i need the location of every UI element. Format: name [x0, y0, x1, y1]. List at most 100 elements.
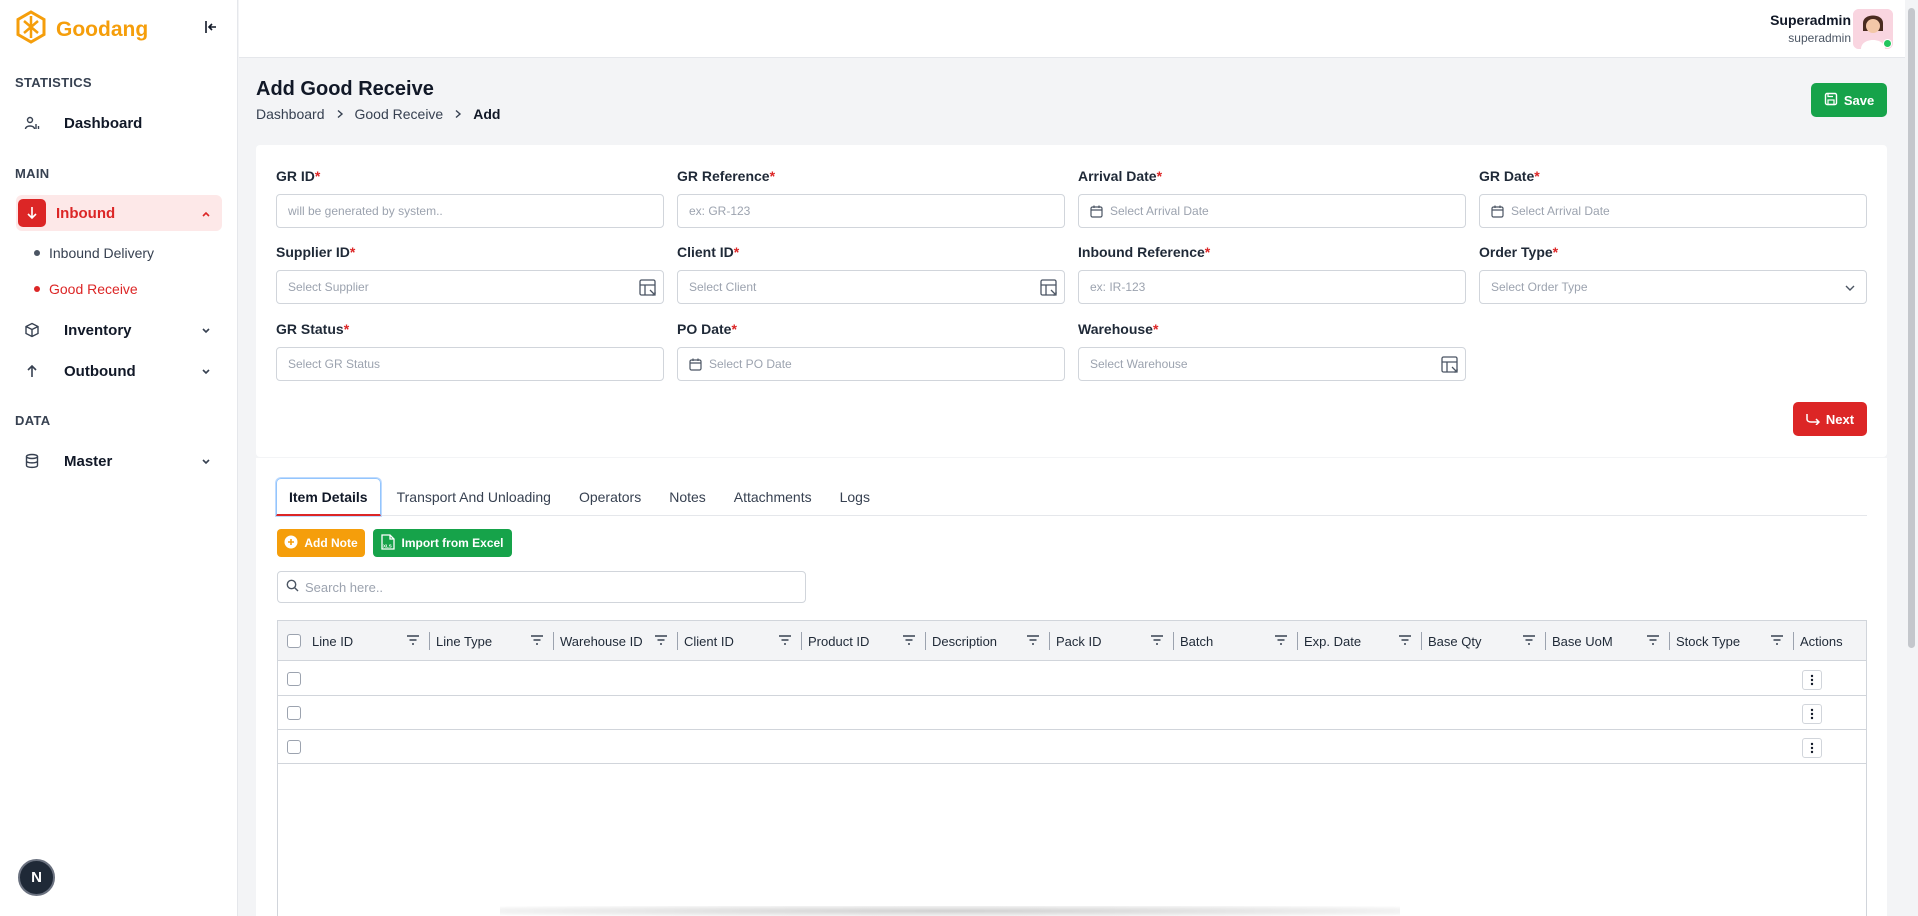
avatar[interactable] [1853, 9, 1893, 49]
table-row[interactable] [278, 696, 1866, 730]
order-type-placeholder: Select Order Type [1491, 280, 1588, 294]
row-checkbox[interactable] [287, 672, 301, 686]
gr-status-label: GR Status* [276, 321, 350, 337]
row-actions-button[interactable] [1802, 738, 1822, 758]
col-batch[interactable]: Batch [1174, 621, 1298, 661]
section-main: MAIN [15, 166, 50, 181]
chevron-down-icon [1844, 282, 1856, 297]
breadcrumb-good-receive[interactable]: Good Receive [355, 106, 444, 122]
tab-operators[interactable]: Operators [567, 478, 653, 516]
sidebar-item-label: Inventory [64, 321, 132, 339]
sidebar-item-inventory[interactable]: Inventory [16, 312, 222, 348]
col-base-uom[interactable]: Base UoM [1546, 621, 1670, 661]
sidebar-item-outbound[interactable]: Outbound [16, 353, 222, 389]
supplier-id-label: Supplier ID* [276, 244, 356, 260]
select-all-checkbox[interactable] [287, 634, 301, 648]
page-scrollbar[interactable] [1905, 0, 1918, 916]
col-line-id[interactable]: Line ID [306, 621, 430, 661]
table-lookup-icon[interactable] [1441, 356, 1459, 377]
warehouse-field[interactable]: Select Warehouse [1078, 347, 1466, 381]
sidebar-item-master[interactable]: Master [16, 443, 222, 479]
topbar: Superadmin superadmin [239, 0, 1905, 58]
table-header: Line ID Line Type Warehouse ID Client ID… [278, 621, 1866, 661]
arrow-down-icon [18, 199, 46, 227]
collapse-sidebar-button[interactable] [200, 16, 222, 38]
bullet-icon [34, 286, 40, 292]
sidebar-item-dashboard[interactable]: Dashboard [16, 105, 222, 141]
col-line-type[interactable]: Line Type [430, 621, 554, 661]
table-row[interactable] [278, 730, 1866, 764]
sidebar-item-label: Inbound [56, 204, 116, 222]
col-product-id[interactable]: Product ID [802, 621, 926, 661]
client-id-label: Client ID* [677, 244, 740, 260]
order-type-select[interactable]: Select Order Type [1479, 270, 1867, 304]
row-actions-button[interactable] [1802, 704, 1822, 724]
calendar-icon [689, 358, 702, 371]
chevron-right-icon [453, 106, 463, 122]
add-note-button[interactable]: Add Note [277, 529, 365, 557]
user-menu[interactable]: Superadmin superadmin [1770, 12, 1851, 45]
good-receive-form: GR ID* will be generated by system.. GR … [256, 145, 1887, 457]
box-icon [18, 316, 46, 344]
arrival-date-placeholder: Select Arrival Date [1110, 204, 1209, 218]
plus-circle-icon [284, 535, 298, 552]
gr-reference-field[interactable]: ex: GR-123 [677, 194, 1065, 228]
client-id-field[interactable]: Select Client [677, 270, 1065, 304]
collapse-left-icon [205, 21, 216, 33]
col-pack-id[interactable]: Pack ID [1050, 621, 1174, 661]
sidebar-subitem-inbound-delivery[interactable]: Inbound Delivery [34, 245, 154, 261]
import-excel-label: Import from Excel [401, 536, 504, 550]
import-excel-button[interactable]: XLS Import from Excel [373, 529, 512, 557]
forward-arrow-icon [1806, 411, 1820, 428]
breadcrumb-dashboard[interactable]: Dashboard [256, 106, 325, 122]
next-button[interactable]: Next [1793, 402, 1867, 436]
warehouse-placeholder: Select Warehouse [1090, 357, 1188, 371]
excel-file-icon: XLS [381, 533, 396, 553]
col-client-id[interactable]: Client ID [678, 621, 802, 661]
col-warehouse-id[interactable]: Warehouse ID [554, 621, 678, 661]
items-table: Line ID Line Type Warehouse ID Client ID… [277, 620, 1867, 916]
table-search-input[interactable]: Search here.. [277, 571, 806, 603]
row-checkbox[interactable] [287, 740, 301, 754]
tab-notes[interactable]: Notes [657, 478, 718, 516]
row-checkbox[interactable] [287, 706, 301, 720]
goodang-logo-icon [14, 10, 48, 49]
gr-id-label: GR ID* [276, 168, 321, 184]
database-icon [18, 447, 46, 475]
gr-id-field[interactable]: will be generated by system.. [276, 194, 664, 228]
supplier-id-field[interactable]: Select Supplier [276, 270, 664, 304]
col-base-qty[interactable]: Base Qty [1422, 621, 1546, 661]
col-description[interactable]: Description [926, 621, 1050, 661]
arrival-date-field[interactable]: Select Arrival Date [1078, 194, 1466, 228]
arrow-up-icon [18, 357, 46, 385]
sidebar-item-inbound[interactable]: Inbound [16, 195, 222, 231]
tab-attachments[interactable]: Attachments [722, 478, 824, 516]
gr-status-field[interactable]: Select GR Status [276, 347, 664, 381]
inbound-reference-placeholder: ex: IR-123 [1090, 280, 1146, 294]
order-type-label: Order Type* [1479, 244, 1559, 260]
filter-icon [1398, 634, 1412, 649]
sidebar-subitem-good-receive[interactable]: Good Receive [34, 281, 138, 297]
gr-date-field[interactable]: Select Arrival Date [1479, 194, 1867, 228]
inbound-reference-field[interactable]: ex: IR-123 [1078, 270, 1466, 304]
select-all-cell [278, 621, 306, 661]
tab-item-details[interactable]: Item Details [276, 478, 381, 516]
brand[interactable]: Goodang [14, 10, 148, 49]
sidebar: Goodang STATISTICS Dashboard MAIN Inboun… [0, 0, 238, 916]
client-id-placeholder: Select Client [689, 280, 757, 294]
tab-logs[interactable]: Logs [828, 478, 882, 516]
po-date-field[interactable]: Select PO Date [677, 347, 1065, 381]
col-stock-type[interactable]: Stock Type [1670, 621, 1794, 661]
gr-reference-label: GR Reference* [677, 168, 776, 184]
row-actions-button[interactable] [1802, 670, 1822, 690]
col-exp-date[interactable]: Exp. Date [1298, 621, 1422, 661]
dev-tools-badge[interactable]: N [18, 859, 55, 896]
table-lookup-icon[interactable] [639, 279, 657, 300]
save-button[interactable]: Save [1811, 83, 1887, 117]
sidebar-item-label: Dashboard [64, 114, 143, 132]
table-lookup-icon[interactable] [1040, 279, 1058, 300]
scrollbar-thumb[interactable] [1908, 8, 1915, 648]
table-row[interactable] [278, 662, 1866, 696]
subitem-label: Inbound Delivery [49, 245, 155, 261]
tab-transport-and-unloading[interactable]: Transport And Unloading [385, 478, 563, 516]
